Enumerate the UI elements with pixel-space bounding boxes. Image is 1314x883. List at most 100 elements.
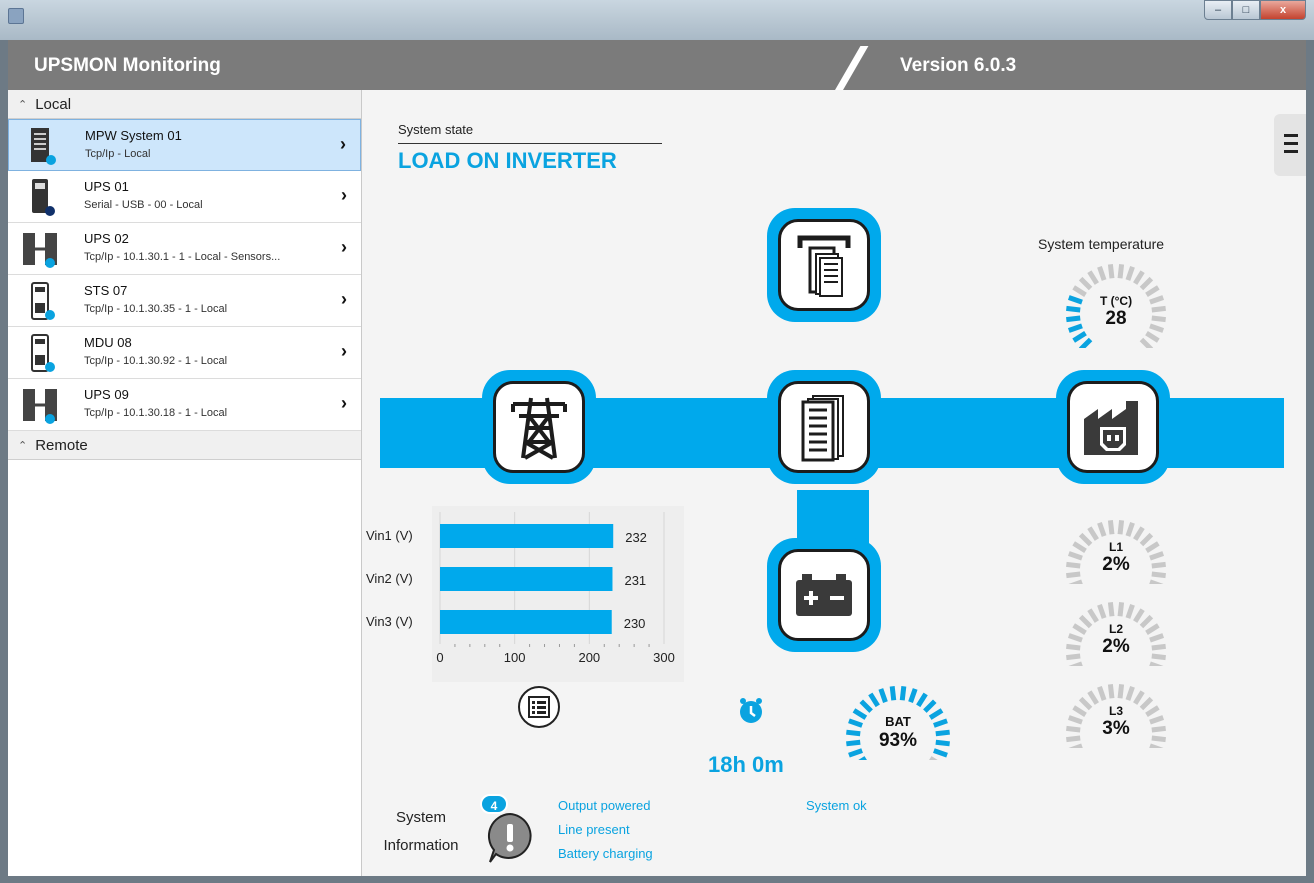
bypass-node[interactable] bbox=[767, 208, 881, 322]
device-row[interactable]: UPS 01 Serial - USB - 00 - Local › bbox=[8, 171, 361, 223]
battery-runtime: 18h 0m bbox=[708, 752, 784, 777]
gauge-segment bbox=[1117, 264, 1125, 279]
collapse-chevron-icon: ⌃ bbox=[18, 98, 28, 111]
version-label: Version 6.0.3 bbox=[900, 55, 1017, 76]
battery-gauge: BAT 93% bbox=[838, 680, 958, 760]
input-voltage-chart: 0 100 200 300 Vin1 (V) 232 Vin2 (V) 231 Vin3 (V)… bbox=[366, 506, 684, 682]
gauge-segment bbox=[1087, 608, 1099, 623]
voltage-bar bbox=[440, 610, 612, 634]
gauge-segment bbox=[889, 686, 897, 701]
alert-speech-icon[interactable] bbox=[482, 810, 538, 866]
device-row[interactable]: STS 07 Tcp/Ip - 10.1.30.35 - 1 - Local › bbox=[8, 275, 361, 327]
bypass-icon bbox=[797, 235, 851, 297]
voltage-bar bbox=[440, 567, 613, 591]
gauge-segment bbox=[1087, 270, 1099, 285]
device-row[interactable]: MPW System 01 Tcp/Ip - Local › bbox=[8, 119, 361, 171]
device-connection: Tcp/Ip - 10.1.30.1 - 1 - Local - Sensors… bbox=[84, 251, 281, 263]
x-tick-label: 100 bbox=[503, 650, 526, 665]
group-label: Local bbox=[35, 95, 72, 113]
gauge-segment bbox=[923, 699, 937, 713]
gauge-segment bbox=[1087, 526, 1099, 541]
gauge-segment bbox=[1078, 337, 1093, 348]
gauge-label: T (°C) bbox=[1099, 294, 1133, 308]
gauge-segment bbox=[929, 756, 938, 760]
menu-line bbox=[1284, 134, 1298, 137]
sts-icon bbox=[31, 282, 55, 320]
ups-cabinet-icon bbox=[801, 395, 844, 462]
device-name: STS 07 bbox=[84, 283, 128, 298]
alarm-clock-icon bbox=[740, 698, 762, 723]
collapse-chevron-icon: ⌃ bbox=[18, 439, 28, 452]
group-header-local[interactable]: ⌃ Local bbox=[8, 90, 361, 119]
chevron-right-icon[interactable]: › bbox=[341, 341, 347, 362]
gauge-segment bbox=[1117, 602, 1125, 617]
minimize-button[interactable]: – bbox=[1204, 0, 1232, 20]
device-row[interactable]: UPS 09 Tcp/Ip - 10.1.30.18 - 1 - Local › bbox=[8, 379, 361, 431]
x-tick-label: 0 bbox=[436, 650, 444, 665]
parallel-ups-icon bbox=[23, 389, 57, 424]
gauge-segment bbox=[1068, 743, 1083, 748]
close-button[interactable]: x bbox=[1260, 0, 1306, 20]
app-title: UPSMON Monitoring bbox=[34, 55, 221, 76]
factory-outlet-icon bbox=[1084, 401, 1138, 455]
gauge-segment bbox=[1133, 526, 1145, 541]
group-header-remote[interactable]: ⌃ Remote bbox=[8, 431, 361, 460]
output-load-node[interactable] bbox=[1056, 370, 1170, 484]
status-message: Battery charging bbox=[558, 846, 653, 861]
battery-icon bbox=[796, 574, 852, 616]
maximize-button[interactable]: □ bbox=[1232, 0, 1260, 20]
power-tower-icon bbox=[511, 397, 567, 460]
gauge-value: 28 bbox=[1105, 308, 1127, 329]
gauge-label: L2 bbox=[1108, 622, 1123, 636]
gauge-value: 2% bbox=[1102, 554, 1130, 575]
gauge-segment bbox=[1078, 276, 1093, 291]
bar-category-label: Vin2 (V) bbox=[366, 571, 413, 586]
chevron-right-icon[interactable]: › bbox=[341, 393, 347, 414]
alert-count-badge: 4 bbox=[480, 794, 508, 814]
input-mains-node[interactable] bbox=[482, 370, 596, 484]
header-divider bbox=[831, 46, 869, 96]
gauge-label: BAT bbox=[885, 714, 911, 729]
bar-value-label: 230 bbox=[623, 616, 646, 631]
divider bbox=[398, 143, 662, 144]
bar-value-label: 232 bbox=[625, 530, 647, 545]
details-list-button[interactable] bbox=[518, 686, 560, 728]
chevron-right-icon[interactable]: › bbox=[341, 237, 347, 258]
system-info-line: System bbox=[395, 809, 446, 826]
modular-ups-icon bbox=[31, 128, 56, 165]
hamburger-menu-button[interactable] bbox=[1274, 114, 1306, 176]
chevron-right-icon[interactable]: › bbox=[341, 289, 347, 310]
gauge-segment bbox=[859, 699, 873, 713]
gauge-segment bbox=[1145, 331, 1160, 343]
gauge-segment bbox=[1125, 521, 1135, 537]
gauge-segment bbox=[858, 756, 867, 760]
bar-category-label: Vin1 (V) bbox=[366, 528, 413, 543]
bar-category-label: Vin3 (V) bbox=[366, 614, 413, 629]
gauge-segment bbox=[1133, 270, 1145, 285]
device-name: UPS 01 bbox=[84, 179, 129, 194]
gauge-label: L3 bbox=[1108, 704, 1123, 718]
gauge-label: L1 bbox=[1108, 540, 1123, 554]
system-state-label: System state bbox=[398, 122, 474, 137]
battery-node[interactable] bbox=[767, 538, 881, 652]
device-name: MPW System 01 bbox=[85, 128, 182, 143]
group-label: Remote bbox=[35, 436, 88, 454]
system-state-value: LOAD ON INVERTER bbox=[398, 148, 617, 173]
bar-value-label: 231 bbox=[624, 573, 647, 588]
device-row[interactable]: UPS 02 Tcp/Ip - 10.1.30.1 - 1 - Local - S… bbox=[8, 223, 361, 275]
window-controls: – □ x bbox=[1204, 0, 1306, 20]
chevron-right-icon[interactable]: › bbox=[341, 185, 347, 206]
gauge-segment bbox=[1149, 743, 1164, 748]
device-row[interactable]: MDU 08 Tcp/Ip - 10.1.30.92 - 1 - Local › bbox=[8, 327, 361, 379]
gauge-segment bbox=[1149, 661, 1164, 666]
load-gauge-l1: L1 2% bbox=[1056, 514, 1176, 584]
device-connection: Tcp/Ip - 10.1.30.18 - 1 - Local bbox=[84, 407, 228, 419]
tower-ups-icon bbox=[32, 179, 55, 216]
window-titlebar: – □ x bbox=[0, 0, 1314, 40]
ups-node[interactable] bbox=[767, 370, 881, 484]
device-name: UPS 09 bbox=[84, 387, 129, 402]
gauge-segment bbox=[1107, 264, 1115, 279]
main-panel: System state LOAD ON INVERTER System tem… bbox=[362, 90, 1306, 876]
gauge-segment bbox=[1125, 603, 1135, 619]
chevron-right-icon[interactable]: › bbox=[340, 134, 346, 155]
